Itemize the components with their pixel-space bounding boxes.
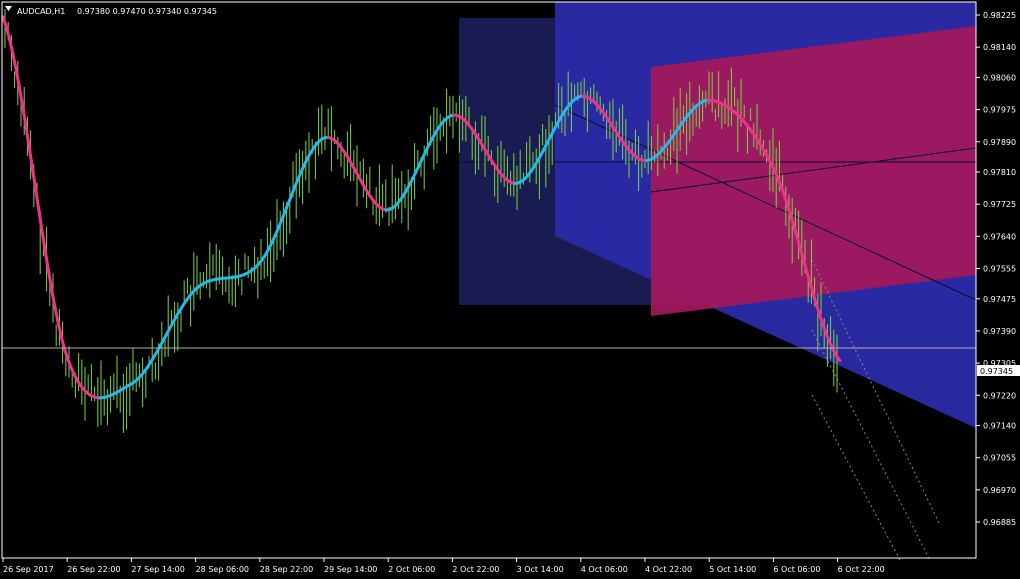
ma-falling-segment: [17, 84, 24, 106]
ma-falling-segment: [53, 303, 60, 323]
ma-falling-segment: [4, 25, 11, 41]
ma-falling-segment: [1, 15, 8, 29]
y-tick-label: 0.97890: [983, 138, 1016, 147]
chart-symbol: AUDCAD,H1: [17, 7, 65, 16]
y-tick-label: 0.97140: [983, 422, 1016, 431]
ma-falling-segment: [40, 226, 47, 251]
y-tick-label: 0.98060: [983, 73, 1016, 82]
x-tick-label: 27 Sep 14:00: [131, 565, 184, 574]
x-tick-label: 28 Sep 22:00: [260, 565, 313, 574]
ma-falling-segment: [27, 142, 34, 167]
y-tick-label: 0.98140: [983, 43, 1016, 52]
x-tick-label: 4 Oct 06:00: [581, 565, 628, 574]
projection-line-3: [811, 394, 901, 561]
x-tick-label: 26 Sep 22:00: [67, 565, 120, 574]
x-tick-label: 3 Oct 14:00: [517, 565, 564, 574]
x-tick-label: 26 Sep 2017: [3, 565, 54, 574]
price-chart[interactable]: 0.98225 0.98140 0.98060 0.97975 0.97890 0.978…: [0, 0, 1020, 579]
price-axis[interactable]: 0.98225 0.98140 0.98060 0.97975 0.97890 0.978…: [976, 11, 1016, 527]
x-tick-label: 28 Sep 06:00: [196, 565, 249, 574]
ma-falling-segment: [56, 319, 63, 337]
y-tick-label: 0.97475: [983, 295, 1016, 304]
ma-falling-segment: [59, 333, 66, 350]
time-axis[interactable]: 26 Sep 2017 26 Sep 22:00 27 Sep 14:00 28 Se…: [2, 558, 885, 574]
ma-falling-segment: [24, 122, 31, 146]
x-tick-label: 4 Oct 22:00: [645, 565, 692, 574]
ma-falling-segment: [46, 266, 53, 289]
ma-falling-segment: [62, 346, 69, 360]
ma-falling-segment: [43, 247, 50, 270]
ma-falling-segment: [33, 184, 40, 209]
x-tick-label: 29 Sep 14:00: [324, 565, 377, 574]
ma-falling-segment: [36, 205, 44, 230]
ma-falling-segment: [7, 37, 15, 55]
y-tick-label: 0.97055: [983, 454, 1016, 463]
ma-falling-segment: [11, 51, 18, 70]
current-price-label: 0.97345: [980, 367, 1013, 376]
y-tick-label: 0.98225: [983, 11, 1016, 20]
y-tick-label: 0.97640: [983, 232, 1016, 241]
x-tick-label: 5 Oct 14:00: [709, 565, 756, 574]
y-tick-label: 0.97725: [983, 200, 1016, 209]
y-tick-label: 0.97975: [983, 106, 1016, 115]
chart-menu-icon[interactable]: [5, 6, 12, 11]
y-tick-label: 0.97810: [983, 168, 1016, 177]
y-tick-label: 0.97555: [983, 265, 1016, 274]
y-tick-label: 0.96970: [983, 486, 1016, 495]
x-tick-label: 2 Oct 22:00: [452, 565, 499, 574]
x-tick-label: 6 Oct 06:00: [773, 565, 820, 574]
ma-falling-segment: [20, 102, 28, 126]
pink-overlap-object[interactable]: [651, 26, 976, 316]
drawing-objects: [459, 2, 977, 561]
y-tick-label: 0.97390: [983, 327, 1016, 336]
ma-falling-segment: [14, 66, 21, 88]
ma-falling-segment: [49, 285, 57, 307]
y-tick-label: 0.96885: [983, 518, 1016, 527]
ohlc-values: 0.97380 0.97470 0.97340 0.97345: [77, 7, 217, 16]
y-tick-label: 0.97220: [983, 391, 1016, 400]
x-tick-label: 6 Oct 22:00: [838, 565, 885, 574]
x-tick-label: 2 Oct 06:00: [388, 565, 435, 574]
ma-falling-segment: [30, 163, 37, 188]
